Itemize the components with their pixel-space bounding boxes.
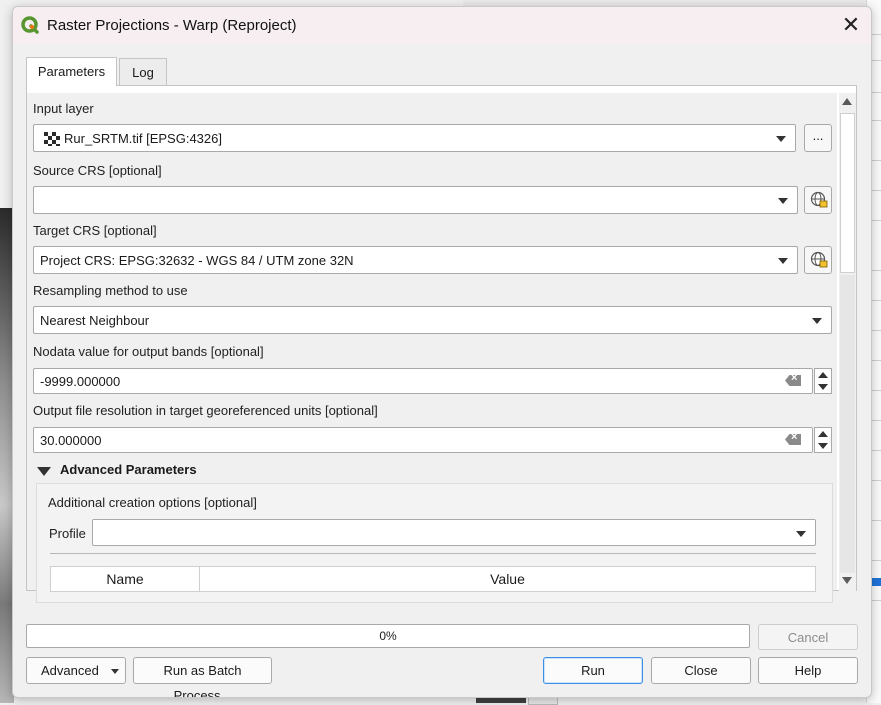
nodata-value: -9999.000000	[40, 374, 121, 389]
chevron-down-icon	[778, 258, 788, 264]
run-button[interactable]: Run	[543, 657, 643, 684]
chevron-down-icon	[776, 136, 786, 142]
chevron-down-icon	[796, 531, 806, 537]
source-crs-label: Source CRS [optional]	[33, 163, 162, 178]
column-header-value[interactable]: Value	[200, 567, 815, 591]
input-layer-value: Rur_SRTM.tif [EPSG:4326]	[64, 131, 222, 146]
browse-layer-button[interactable]: ...	[804, 124, 832, 152]
spin-down-icon[interactable]	[818, 384, 828, 390]
scrollbar-track[interactable]	[840, 275, 855, 573]
resolution-input[interactable]: 30.000000 ×	[33, 427, 813, 453]
nodata-input[interactable]: -9999.000000 ×	[33, 368, 813, 394]
target-crs-combo[interactable]: Project CRS: EPSG:32632 - WGS 84 / UTM z…	[33, 246, 798, 274]
source-crs-combo[interactable]	[33, 186, 798, 214]
collapse-triangle-icon[interactable]	[37, 467, 51, 476]
creation-options-label: Additional creation options [optional]	[48, 495, 257, 510]
cancel-button[interactable]: Cancel	[758, 624, 858, 650]
qgis-logo-icon	[21, 16, 39, 34]
scroll-down-icon[interactable]	[842, 577, 852, 584]
tab-log[interactable]: Log	[119, 58, 167, 85]
input-layer-combo[interactable]: Rur_SRTM.tif [EPSG:4326]	[33, 124, 796, 152]
resampling-label: Resampling method to use	[33, 283, 188, 298]
raster-layer-icon	[44, 132, 60, 146]
select-source-crs-button[interactable]	[804, 186, 832, 214]
warp-dialog: Raster Projections - Warp (Reproject) ✕ …	[12, 6, 872, 698]
tab-parameters[interactable]: Parameters	[26, 57, 117, 86]
help-button[interactable]: Help	[758, 657, 858, 684]
resampling-value: Nearest Neighbour	[40, 313, 150, 328]
vertical-scrollbar[interactable]	[839, 93, 856, 591]
close-window-button[interactable]: ✕	[839, 14, 863, 38]
profile-combo[interactable]	[92, 519, 816, 546]
input-layer-label: Input layer	[33, 101, 94, 116]
progress-bar: 0%	[26, 624, 750, 648]
advanced-menu-button[interactable]: Advanced	[26, 657, 126, 684]
select-target-crs-button[interactable]	[804, 246, 832, 274]
window-title: Raster Projections - Warp (Reproject)	[47, 17, 297, 34]
resolution-spinner[interactable]	[814, 427, 832, 453]
resolution-value: 30.000000	[40, 433, 102, 448]
profile-label: Profile	[49, 526, 86, 541]
creation-options-table-header: Name Value	[50, 566, 816, 592]
spin-down-icon[interactable]	[818, 443, 828, 449]
resolution-label: Output file resolution in target georefe…	[33, 403, 378, 418]
run-batch-process-button[interactable]: Run as Batch Process...	[133, 657, 272, 697]
crs-globe-icon	[810, 191, 828, 208]
title-bar: Raster Projections - Warp (Reproject) ✕	[13, 7, 871, 44]
clear-icon[interactable]: ×	[785, 375, 801, 386]
nodata-spinner[interactable]	[814, 368, 832, 394]
chevron-down-icon	[812, 318, 822, 324]
crs-globe-icon	[810, 251, 828, 268]
spin-up-icon[interactable]	[818, 431, 828, 437]
scrollbar-thumb[interactable]	[840, 113, 855, 273]
chevron-down-icon	[111, 669, 119, 674]
resampling-combo[interactable]: Nearest Neighbour	[33, 306, 832, 334]
clear-icon[interactable]: ×	[785, 434, 801, 445]
nodata-label: Nodata value for output bands [optional]	[33, 344, 264, 359]
chevron-down-icon	[778, 198, 788, 204]
scroll-up-icon[interactable]	[842, 98, 852, 105]
close-button[interactable]: Close	[651, 657, 751, 684]
close-icon: ✕	[841, 12, 861, 37]
separator	[50, 553, 816, 554]
column-header-name[interactable]: Name	[51, 567, 200, 591]
target-crs-label: Target CRS [optional]	[33, 223, 157, 238]
spin-up-icon[interactable]	[818, 372, 828, 378]
advanced-parameters-header[interactable]: Advanced Parameters	[60, 462, 197, 477]
target-crs-value: Project CRS: EPSG:32632 - WGS 84 / UTM z…	[40, 253, 354, 268]
